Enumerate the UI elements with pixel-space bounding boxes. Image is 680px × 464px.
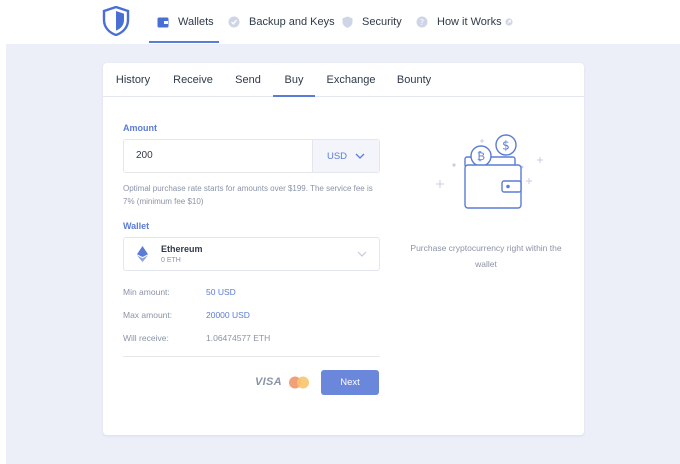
tab-label: Bounty (396, 73, 432, 86)
svg-text:$: $ (502, 139, 510, 153)
nav-item-label: Backup and Keys (249, 16, 335, 28)
wallet-icon (157, 16, 169, 28)
max-amount-value: 20000 USD (206, 310, 250, 320)
tab-label: Buy (284, 73, 304, 86)
tab-history[interactable]: History (107, 63, 159, 96)
svg-text:₿: ₿ (477, 150, 485, 163)
ethereum-icon (137, 246, 148, 267)
min-amount-value: 50 USD (206, 287, 236, 297)
nav-item-label: Security (362, 16, 402, 28)
mastercard-icon (289, 376, 309, 389)
min-amount-label: Min amount: (123, 287, 170, 297)
nav-item-how-it-works[interactable]: ? How it Works (416, 0, 513, 44)
currency-value: USD (326, 150, 348, 162)
max-amount-label: Max amount: (123, 310, 173, 320)
external-link-icon (504, 18, 513, 26)
wallet-coins-illustration-icon: ₿ $ (436, 134, 543, 209)
nav-item-security[interactable]: Security (341, 0, 402, 44)
backup-icon (228, 16, 240, 28)
tab-bounty[interactable]: Bounty (391, 63, 437, 96)
buy-card: History Receive Send Buy Exchange Bounty… (103, 63, 584, 435)
wallet-label: Wallet (123, 221, 150, 231)
nav-item-wallets[interactable]: Wallets (149, 0, 219, 44)
amount-input[interactable]: 200 USD (123, 139, 380, 173)
amount-value[interactable]: 200 (136, 140, 153, 172)
fee-note: Optimal purchase rate starts for amounts… (123, 184, 373, 206)
tab-receive[interactable]: Receive (167, 63, 219, 96)
tab-send[interactable]: Send (227, 63, 269, 96)
help-icon: ? (416, 16, 428, 28)
tab-label: Send (235, 73, 261, 86)
top-navigation: Wallets Backup and Keys Security ? How i… (0, 0, 680, 44)
currency-select[interactable]: USD (312, 140, 379, 172)
wallet-balance: 0 ETH (161, 257, 181, 264)
chevron-down-icon (357, 251, 367, 257)
tab-buy[interactable]: Buy (273, 63, 315, 97)
tab-bar: History Receive Send Buy Exchange Bounty (103, 63, 584, 97)
chevron-down-icon (355, 153, 365, 159)
wallet-name: Ethereum (161, 244, 203, 254)
amount-label: Amount (123, 123, 157, 133)
tab-label: History (115, 73, 151, 86)
nav-item-label: How it Works (437, 16, 502, 28)
nav-item-label: Wallets (178, 16, 214, 28)
divider (123, 356, 380, 357)
illustration-caption: Purchase cryptocurrency right within the… (410, 243, 562, 269)
svg-text:?: ? (420, 18, 424, 27)
tab-label: Exchange (326, 73, 376, 86)
next-button[interactable]: Next (321, 370, 379, 395)
wallet-select[interactable]: Ethereum 0 ETH (123, 237, 380, 271)
tab-label: Receive (173, 73, 213, 86)
tab-exchange[interactable]: Exchange (323, 63, 379, 96)
shield-icon (341, 16, 353, 28)
visa-logo: VISA (255, 376, 282, 388)
shield-logo-icon[interactable] (102, 5, 130, 37)
will-receive-value: 1.06474577 ETH (206, 333, 271, 343)
nav-item-backup-and-keys[interactable]: Backup and Keys (228, 0, 335, 44)
will-receive-label: Will receive: (123, 333, 169, 343)
